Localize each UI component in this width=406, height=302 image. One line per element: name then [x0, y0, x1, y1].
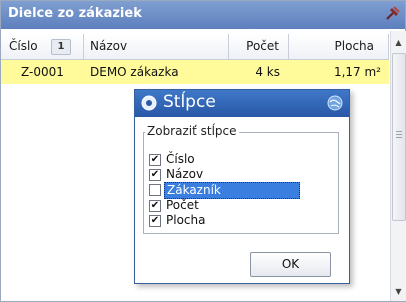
column-label: Číslo: [9, 39, 38, 53]
cell-cislo: Z-0001: [21, 65, 64, 79]
checkbox-nazov[interactable]: ✔: [149, 169, 161, 181]
grip-line: [396, 131, 402, 132]
grip-line: [396, 134, 402, 135]
cell-nazov: DEMO zákazka: [90, 65, 179, 79]
columns-dialog: Stĺpce Zobraziť stĺpce ✔ Číslo ✔ Názov Z…: [134, 89, 350, 284]
group-label: Zobraziť stĺpce: [145, 124, 239, 138]
option-label: Číslo: [166, 152, 195, 166]
scroll-down-icon[interactable]: ▼: [391, 284, 406, 299]
dialog-icon: [141, 95, 157, 111]
panel-title: Dielce zo zákaziek: [8, 6, 142, 21]
column-header-nazov[interactable]: Názov: [84, 34, 229, 59]
option-label: Plocha: [166, 213, 206, 227]
panel-title-bar: Dielce zo zákaziek: [1, 1, 405, 29]
scroll-thumb[interactable]: [392, 53, 406, 221]
checkbox-pocet[interactable]: ✔: [149, 200, 161, 212]
dialog-title-bar: Stĺpce: [135, 90, 349, 117]
scroll-up-icon[interactable]: ▲: [391, 35, 406, 50]
grip-line: [396, 137, 402, 138]
cell-plocha: 1,17 m²: [333, 65, 381, 79]
option-pocet[interactable]: ✔ Počet: [149, 198, 339, 213]
grid-header: Číslo 1 Názov Počet Plocha: [1, 34, 389, 60]
checkbox-zakaznik[interactable]: [149, 184, 161, 196]
sort-order-badge: 1: [51, 39, 71, 55]
checkbox-plocha[interactable]: ✔: [149, 215, 161, 227]
vertical-scrollbar[interactable]: ▲ ▼: [390, 31, 406, 301]
checkbox-cislo[interactable]: ✔: [149, 154, 161, 166]
option-nazov[interactable]: ✔ Názov: [149, 167, 339, 182]
column-header-pocet[interactable]: Počet: [229, 34, 289, 59]
option-zakaznik[interactable]: Zákazník: [149, 182, 339, 199]
option-label: Zákazník: [164, 182, 300, 199]
option-cislo[interactable]: ✔ Číslo: [149, 152, 339, 167]
option-label: Počet: [166, 198, 199, 212]
column-header-cislo[interactable]: Číslo 1: [1, 34, 84, 59]
option-label: Názov: [166, 167, 204, 181]
cell-pocet: 4 ks: [255, 65, 280, 79]
pin-icon[interactable]: [383, 5, 401, 23]
option-plocha[interactable]: ✔ Plocha: [149, 213, 339, 228]
table-row[interactable]: Z-0001 DEMO zákazka 4 ks 1,17 m²: [1, 60, 389, 84]
globe-icon: [327, 95, 343, 111]
column-header-plocha[interactable]: Plocha: [289, 34, 389, 59]
dialog-title: Stĺpce: [163, 92, 216, 112]
ok-button[interactable]: OK: [250, 252, 331, 277]
